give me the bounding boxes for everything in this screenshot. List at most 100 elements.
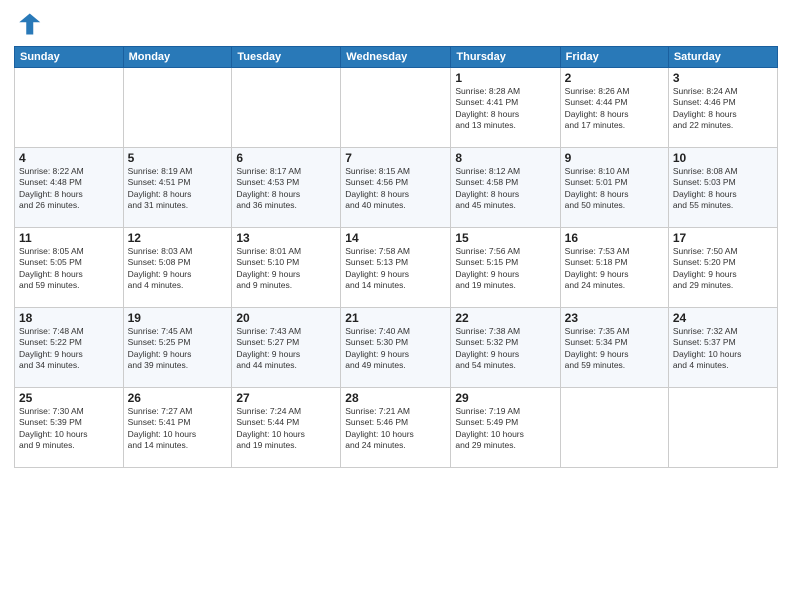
day-info: Sunrise: 8:08 AM Sunset: 5:03 PM Dayligh… bbox=[673, 166, 773, 212]
day-info: Sunrise: 8:03 AM Sunset: 5:08 PM Dayligh… bbox=[128, 246, 228, 292]
logo bbox=[14, 10, 44, 38]
calendar-week-row: 1Sunrise: 8:28 AM Sunset: 4:41 PM Daylig… bbox=[15, 68, 778, 148]
day-of-week-header: Saturday bbox=[668, 47, 777, 68]
day-of-week-header: Monday bbox=[123, 47, 232, 68]
day-info: Sunrise: 8:19 AM Sunset: 4:51 PM Dayligh… bbox=[128, 166, 228, 212]
day-info: Sunrise: 7:43 AM Sunset: 5:27 PM Dayligh… bbox=[236, 326, 336, 372]
day-number: 29 bbox=[455, 391, 555, 405]
day-info: Sunrise: 7:50 AM Sunset: 5:20 PM Dayligh… bbox=[673, 246, 773, 292]
calendar-cell: 11Sunrise: 8:05 AM Sunset: 5:05 PM Dayli… bbox=[15, 228, 124, 308]
day-info: Sunrise: 7:24 AM Sunset: 5:44 PM Dayligh… bbox=[236, 406, 336, 452]
calendar-cell: 21Sunrise: 7:40 AM Sunset: 5:30 PM Dayli… bbox=[341, 308, 451, 388]
day-info: Sunrise: 7:35 AM Sunset: 5:34 PM Dayligh… bbox=[565, 326, 664, 372]
day-number: 22 bbox=[455, 311, 555, 325]
day-info: Sunrise: 7:45 AM Sunset: 5:25 PM Dayligh… bbox=[128, 326, 228, 372]
day-number: 1 bbox=[455, 71, 555, 85]
day-info: Sunrise: 7:56 AM Sunset: 5:15 PM Dayligh… bbox=[455, 246, 555, 292]
header bbox=[14, 10, 778, 38]
day-of-week-header: Tuesday bbox=[232, 47, 341, 68]
day-number: 21 bbox=[345, 311, 446, 325]
day-number: 4 bbox=[19, 151, 119, 165]
calendar-week-row: 4Sunrise: 8:22 AM Sunset: 4:48 PM Daylig… bbox=[15, 148, 778, 228]
day-number: 26 bbox=[128, 391, 228, 405]
calendar-cell: 23Sunrise: 7:35 AM Sunset: 5:34 PM Dayli… bbox=[560, 308, 668, 388]
day-number: 10 bbox=[673, 151, 773, 165]
logo-icon bbox=[14, 10, 42, 38]
calendar-cell: 6Sunrise: 8:17 AM Sunset: 4:53 PM Daylig… bbox=[232, 148, 341, 228]
calendar-cell: 4Sunrise: 8:22 AM Sunset: 4:48 PM Daylig… bbox=[15, 148, 124, 228]
day-info: Sunrise: 7:53 AM Sunset: 5:18 PM Dayligh… bbox=[565, 246, 664, 292]
calendar-cell: 13Sunrise: 8:01 AM Sunset: 5:10 PM Dayli… bbox=[232, 228, 341, 308]
calendar-cell: 28Sunrise: 7:21 AM Sunset: 5:46 PM Dayli… bbox=[341, 388, 451, 468]
day-number: 28 bbox=[345, 391, 446, 405]
day-info: Sunrise: 8:28 AM Sunset: 4:41 PM Dayligh… bbox=[455, 86, 555, 132]
calendar-cell: 27Sunrise: 7:24 AM Sunset: 5:44 PM Dayli… bbox=[232, 388, 341, 468]
day-number: 27 bbox=[236, 391, 336, 405]
day-info: Sunrise: 8:15 AM Sunset: 4:56 PM Dayligh… bbox=[345, 166, 446, 212]
day-number: 11 bbox=[19, 231, 119, 245]
day-number: 3 bbox=[673, 71, 773, 85]
day-number: 6 bbox=[236, 151, 336, 165]
calendar-cell bbox=[668, 388, 777, 468]
calendar-cell: 8Sunrise: 8:12 AM Sunset: 4:58 PM Daylig… bbox=[451, 148, 560, 228]
day-number: 20 bbox=[236, 311, 336, 325]
day-info: Sunrise: 7:30 AM Sunset: 5:39 PM Dayligh… bbox=[19, 406, 119, 452]
day-info: Sunrise: 7:27 AM Sunset: 5:41 PM Dayligh… bbox=[128, 406, 228, 452]
calendar-cell bbox=[560, 388, 668, 468]
calendar-cell: 24Sunrise: 7:32 AM Sunset: 5:37 PM Dayli… bbox=[668, 308, 777, 388]
calendar-cell: 2Sunrise: 8:26 AM Sunset: 4:44 PM Daylig… bbox=[560, 68, 668, 148]
calendar-cell bbox=[341, 68, 451, 148]
calendar-cell bbox=[15, 68, 124, 148]
day-info: Sunrise: 8:24 AM Sunset: 4:46 PM Dayligh… bbox=[673, 86, 773, 132]
calendar-cell: 1Sunrise: 8:28 AM Sunset: 4:41 PM Daylig… bbox=[451, 68, 560, 148]
day-info: Sunrise: 7:19 AM Sunset: 5:49 PM Dayligh… bbox=[455, 406, 555, 452]
calendar-cell: 26Sunrise: 7:27 AM Sunset: 5:41 PM Dayli… bbox=[123, 388, 232, 468]
calendar-cell: 22Sunrise: 7:38 AM Sunset: 5:32 PM Dayli… bbox=[451, 308, 560, 388]
calendar-cell: 25Sunrise: 7:30 AM Sunset: 5:39 PM Dayli… bbox=[15, 388, 124, 468]
calendar-cell: 14Sunrise: 7:58 AM Sunset: 5:13 PM Dayli… bbox=[341, 228, 451, 308]
calendar-cell: 9Sunrise: 8:10 AM Sunset: 5:01 PM Daylig… bbox=[560, 148, 668, 228]
day-number: 8 bbox=[455, 151, 555, 165]
day-number: 9 bbox=[565, 151, 664, 165]
day-of-week-header: Sunday bbox=[15, 47, 124, 68]
calendar-cell: 7Sunrise: 8:15 AM Sunset: 4:56 PM Daylig… bbox=[341, 148, 451, 228]
day-number: 19 bbox=[128, 311, 228, 325]
day-number: 15 bbox=[455, 231, 555, 245]
calendar-cell bbox=[123, 68, 232, 148]
calendar-cell: 19Sunrise: 7:45 AM Sunset: 5:25 PM Dayli… bbox=[123, 308, 232, 388]
day-info: Sunrise: 7:48 AM Sunset: 5:22 PM Dayligh… bbox=[19, 326, 119, 372]
calendar-table: SundayMondayTuesdayWednesdayThursdayFrid… bbox=[14, 46, 778, 468]
day-info: Sunrise: 7:38 AM Sunset: 5:32 PM Dayligh… bbox=[455, 326, 555, 372]
calendar-cell bbox=[232, 68, 341, 148]
day-number: 12 bbox=[128, 231, 228, 245]
day-info: Sunrise: 8:01 AM Sunset: 5:10 PM Dayligh… bbox=[236, 246, 336, 292]
day-number: 2 bbox=[565, 71, 664, 85]
calendar-cell: 10Sunrise: 8:08 AM Sunset: 5:03 PM Dayli… bbox=[668, 148, 777, 228]
calendar-cell: 18Sunrise: 7:48 AM Sunset: 5:22 PM Dayli… bbox=[15, 308, 124, 388]
calendar-cell: 5Sunrise: 8:19 AM Sunset: 4:51 PM Daylig… bbox=[123, 148, 232, 228]
day-of-week-header: Friday bbox=[560, 47, 668, 68]
day-number: 24 bbox=[673, 311, 773, 325]
day-number: 5 bbox=[128, 151, 228, 165]
calendar-cell: 12Sunrise: 8:03 AM Sunset: 5:08 PM Dayli… bbox=[123, 228, 232, 308]
calendar-week-row: 25Sunrise: 7:30 AM Sunset: 5:39 PM Dayli… bbox=[15, 388, 778, 468]
day-number: 23 bbox=[565, 311, 664, 325]
day-info: Sunrise: 8:22 AM Sunset: 4:48 PM Dayligh… bbox=[19, 166, 119, 212]
day-info: Sunrise: 7:40 AM Sunset: 5:30 PM Dayligh… bbox=[345, 326, 446, 372]
calendar-cell: 29Sunrise: 7:19 AM Sunset: 5:49 PM Dayli… bbox=[451, 388, 560, 468]
calendar-week-row: 11Sunrise: 8:05 AM Sunset: 5:05 PM Dayli… bbox=[15, 228, 778, 308]
day-number: 13 bbox=[236, 231, 336, 245]
calendar-header-row: SundayMondayTuesdayWednesdayThursdayFrid… bbox=[15, 47, 778, 68]
day-info: Sunrise: 7:58 AM Sunset: 5:13 PM Dayligh… bbox=[345, 246, 446, 292]
day-number: 25 bbox=[19, 391, 119, 405]
day-info: Sunrise: 7:32 AM Sunset: 5:37 PM Dayligh… bbox=[673, 326, 773, 372]
day-number: 14 bbox=[345, 231, 446, 245]
day-of-week-header: Thursday bbox=[451, 47, 560, 68]
calendar-cell: 20Sunrise: 7:43 AM Sunset: 5:27 PM Dayli… bbox=[232, 308, 341, 388]
calendar-cell: 3Sunrise: 8:24 AM Sunset: 4:46 PM Daylig… bbox=[668, 68, 777, 148]
day-info: Sunrise: 8:05 AM Sunset: 5:05 PM Dayligh… bbox=[19, 246, 119, 292]
page: SundayMondayTuesdayWednesdayThursdayFrid… bbox=[0, 0, 792, 612]
calendar-cell: 15Sunrise: 7:56 AM Sunset: 5:15 PM Dayli… bbox=[451, 228, 560, 308]
day-number: 18 bbox=[19, 311, 119, 325]
day-number: 7 bbox=[345, 151, 446, 165]
